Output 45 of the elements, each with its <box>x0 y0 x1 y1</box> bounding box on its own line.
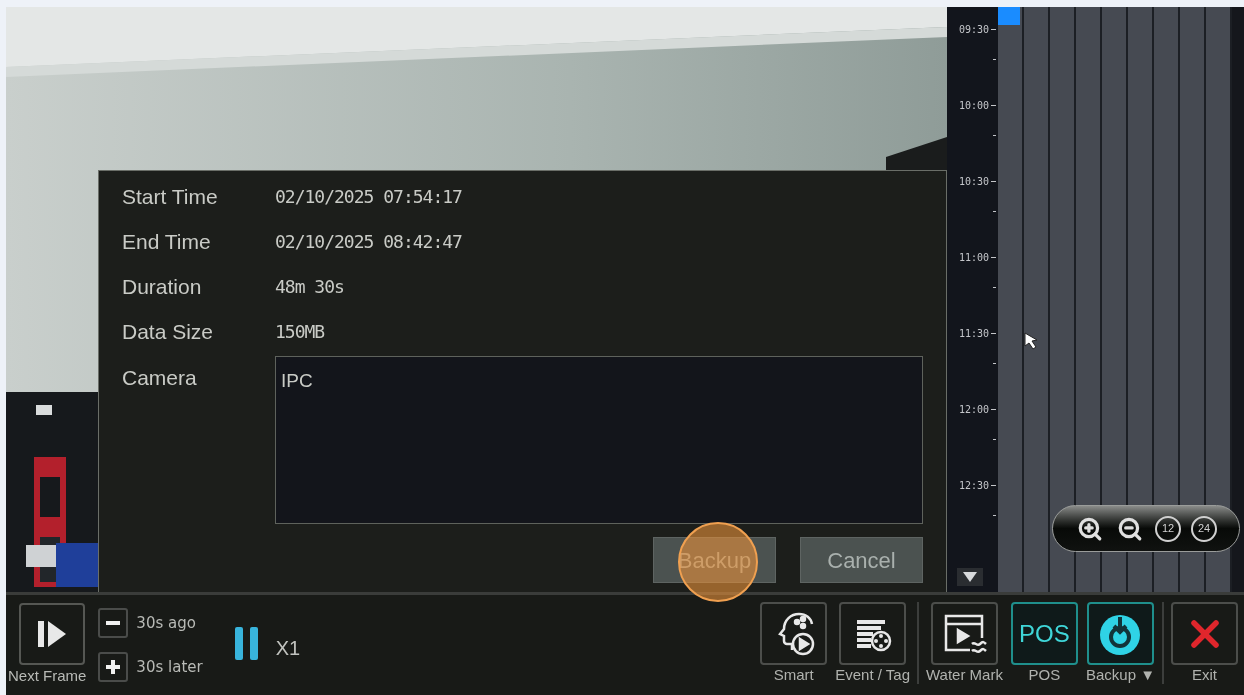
timeline-track[interactable] <box>998 7 1024 592</box>
cursor-icon <box>1024 332 1040 350</box>
pos-icon: POS <box>1019 621 1070 646</box>
timeline-track[interactable] <box>1154 7 1180 592</box>
timeline-track[interactable] <box>1102 7 1128 592</box>
field-value: 02/10/2025 07:54:17 <box>275 185 462 209</box>
field-label: Camera <box>122 366 197 389</box>
recording-segment <box>998 7 1020 25</box>
timeline-track[interactable] <box>1050 7 1076 592</box>
time-label: 11:30 <box>958 326 989 341</box>
zoom-in-icon <box>1077 515 1103 542</box>
plus-icon <box>106 660 121 674</box>
down-triangle-icon <box>963 572 977 582</box>
skip-label: 30s ago <box>136 612 196 634</box>
scroll-down-button[interactable] <box>957 568 983 586</box>
timeline-track[interactable] <box>1076 7 1102 592</box>
minus-button[interactable] <box>98 608 129 638</box>
field-value: 48m 30s <box>275 275 344 299</box>
time-label: 12:30 <box>958 478 989 493</box>
time-label: 12:00 <box>958 402 989 417</box>
camera-list[interactable]: IPC <box>275 356 923 524</box>
plus-button[interactable] <box>98 652 129 682</box>
speed-label: X1 <box>275 636 301 661</box>
pause-icon <box>234 627 259 660</box>
field-label: End Time <box>122 228 212 255</box>
time-label: 10:00 <box>958 98 989 113</box>
skip-label: 30s later <box>136 656 203 678</box>
minus-icon <box>106 621 121 625</box>
next-frame-icon <box>38 619 67 649</box>
pause-button[interactable] <box>234 627 259 660</box>
hour-range-button[interactable]: 24 <box>1191 515 1217 542</box>
camera-item[interactable]: IPC <box>281 370 313 391</box>
time-label: 10:30 <box>958 174 989 189</box>
zoom-out-icon <box>1117 515 1143 542</box>
timeline-track[interactable] <box>1024 7 1050 592</box>
dialog-button[interactable]: Cancel <box>800 537 923 583</box>
field-label: Start Time <box>122 183 219 210</box>
field-label: Data Size <box>122 318 215 345</box>
field-value: 150MB <box>275 320 325 344</box>
field-value: 02/10/2025 08:42:47 <box>275 230 462 254</box>
field-label: Duration <box>122 273 203 300</box>
hour-range-button[interactable]: 12 <box>1155 515 1181 542</box>
timeline-track[interactable] <box>1128 7 1154 592</box>
time-label: 09:30 <box>958 22 989 37</box>
time-label: 11:00 <box>958 250 989 265</box>
